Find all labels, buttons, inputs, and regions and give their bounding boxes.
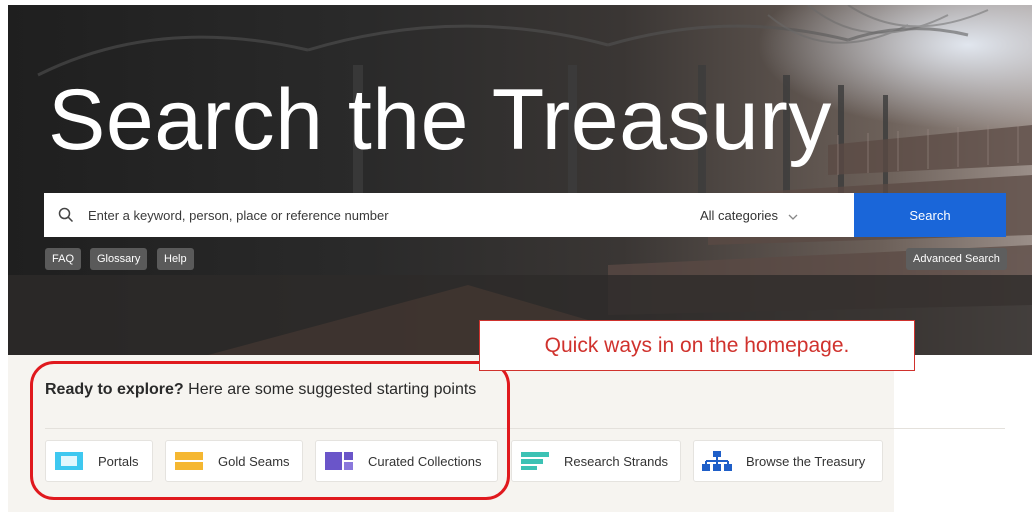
card-gold-seams[interactable]: Gold Seams: [165, 440, 303, 482]
explore-heading-lead: Ready to explore?: [45, 381, 184, 398]
hero-background-image: [8, 5, 1032, 355]
research-strands-icon: [518, 450, 552, 472]
sitemap-icon: [700, 450, 734, 472]
gold-seams-icon: [172, 450, 206, 472]
hero-banner: Search the Treasury: [8, 5, 1032, 355]
card-browse-the-treasury[interactable]: Browse the Treasury: [693, 440, 883, 482]
page-margin: [894, 355, 1032, 512]
search-button[interactable]: Search: [854, 193, 1006, 237]
portal-icon: [52, 450, 86, 472]
card-curated-collections[interactable]: Curated Collections: [315, 440, 498, 482]
category-select[interactable]: All categories: [700, 193, 798, 237]
card-portals[interactable]: Portals: [45, 440, 153, 482]
curated-collections-icon: [322, 450, 356, 472]
explore-section: [8, 355, 1032, 512]
advanced-search-link[interactable]: Advanced Search: [906, 248, 1007, 270]
chevron-down-icon: [788, 208, 798, 223]
annotation-callout: Quick ways in on the homepage.: [479, 320, 915, 371]
divider: [45, 428, 1005, 429]
card-label: Portals: [98, 453, 139, 469]
search-icon: [44, 193, 88, 237]
search-input[interactable]: [88, 195, 688, 235]
explore-heading: Ready to explore? Here are some suggeste…: [45, 381, 476, 399]
explore-heading-text: Here are some suggested starting points: [183, 381, 477, 398]
card-research-strands[interactable]: Research Strands: [511, 440, 681, 482]
category-select-value: All categories: [700, 207, 779, 223]
search-bar: All categories Search: [44, 193, 1006, 237]
card-label: Gold Seams: [218, 453, 290, 469]
card-label: Research Strands: [564, 453, 669, 469]
faq-link[interactable]: FAQ: [45, 248, 82, 270]
page-title: Search the Treasury: [48, 72, 832, 168]
card-label: Browse the Treasury: [746, 453, 866, 469]
glossary-link[interactable]: Glossary: [90, 248, 148, 270]
help-link[interactable]: Help: [157, 248, 194, 270]
card-label: Curated Collections: [368, 453, 482, 469]
